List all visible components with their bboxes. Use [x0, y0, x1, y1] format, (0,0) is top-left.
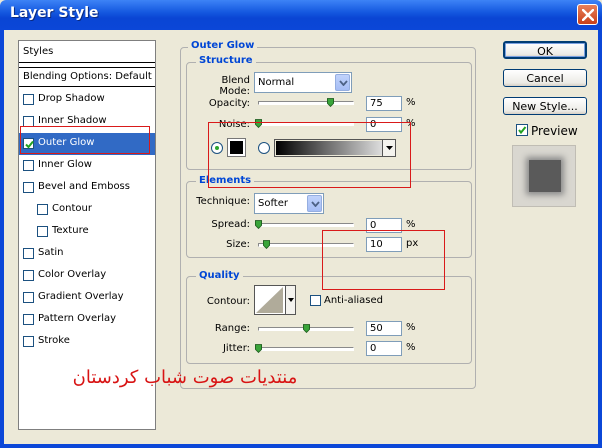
jitter-slider-thumb[interactable] — [255, 344, 262, 353]
style-item-bevel-and-emboss[interactable]: Bevel and Emboss — [19, 177, 155, 199]
opacity-slider[interactable] — [258, 101, 354, 105]
style-item-drop-shadow[interactable]: Drop Shadow — [19, 89, 155, 111]
preview-thumbnail — [512, 145, 576, 207]
style-item-satin[interactable]: Satin — [19, 243, 155, 265]
annotation-box-outer-glow — [20, 126, 150, 154]
style-item-label: Contour — [52, 203, 92, 214]
range-slider-thumb[interactable] — [303, 324, 310, 333]
watermark-text: منتديات صوت شباب كردستان — [72, 367, 298, 388]
opacity-label: Opacity: — [208, 98, 250, 109]
preview-checkbox[interactable] — [516, 124, 528, 136]
opacity-input[interactable]: 75 — [366, 96, 402, 111]
contour-preview-icon — [256, 287, 283, 313]
style-item-checkbox[interactable] — [37, 204, 48, 215]
preview-square — [529, 160, 561, 192]
style-item-label: Gradient Overlay — [38, 291, 124, 302]
style-item-label: Inner Shadow — [38, 115, 107, 126]
style-item-label: Drop Shadow — [38, 93, 105, 104]
window-border-left — [0, 30, 4, 448]
style-item-label: Satin — [38, 247, 64, 258]
style-item-color-overlay[interactable]: Color Overlay — [19, 265, 155, 287]
outer-glow-title: Outer Glow — [188, 40, 258, 51]
blend-mode-label: Blend Mode: — [219, 75, 250, 97]
annotation-box-size — [322, 230, 445, 290]
style-item-texture[interactable]: Texture — [19, 221, 155, 243]
style-item-label: Inner Glow — [38, 159, 92, 170]
contour-dropdown-button[interactable] — [285, 286, 295, 314]
spread-slider[interactable] — [258, 223, 354, 227]
spread-label: Spread: — [211, 219, 250, 230]
style-item-checkbox[interactable] — [37, 226, 48, 237]
opacity-slider-thumb[interactable] — [327, 98, 334, 107]
annotation-box-color — [208, 122, 411, 188]
style-item-label: Pattern Overlay — [38, 313, 117, 324]
checkmark-icon — [518, 126, 527, 135]
blend-mode-dropdown-button[interactable] — [335, 74, 350, 91]
ok-button[interactable]: OK — [503, 41, 587, 59]
style-item-label: Color Overlay — [38, 269, 107, 280]
chevron-down-icon — [311, 201, 320, 207]
technique-select[interactable]: Softer — [254, 193, 324, 214]
style-item-checkbox[interactable] — [23, 292, 34, 303]
caret-down-icon — [288, 298, 294, 302]
anti-aliased-checkbox[interactable] — [310, 295, 321, 306]
style-item-stroke[interactable]: Stroke — [19, 331, 155, 353]
quality-title: Quality — [196, 270, 243, 281]
technique-label: Technique: — [196, 196, 250, 207]
style-item-pattern-overlay[interactable]: Pattern Overlay — [19, 309, 155, 331]
style-item-contour[interactable]: Contour — [19, 199, 155, 221]
close-button[interactable] — [577, 4, 598, 25]
opacity-unit: % — [406, 97, 416, 108]
style-item-checkbox[interactable] — [23, 336, 34, 347]
contour-picker[interactable] — [254, 285, 296, 315]
range-input[interactable]: 50 — [366, 321, 402, 336]
size-slider-thumb[interactable] — [263, 240, 270, 249]
blend-mode-select[interactable]: Normal — [254, 72, 352, 93]
cancel-button[interactable]: Cancel — [503, 69, 587, 87]
blend-mode-value: Normal — [258, 77, 295, 88]
size-label: Size: — [226, 239, 250, 250]
style-item-label: Texture — [52, 225, 89, 236]
contour-label: Contour: — [206, 296, 250, 307]
preview-label: Preview — [531, 124, 578, 138]
chevron-down-icon — [339, 80, 348, 86]
range-label: Range: — [214, 323, 250, 334]
style-item-inner-glow[interactable]: Inner Glow — [19, 155, 155, 177]
styles-header[interactable]: Styles — [19, 41, 155, 63]
style-item-checkbox[interactable] — [23, 160, 34, 171]
structure-title: Structure — [196, 55, 256, 66]
style-item-checkbox[interactable] — [23, 270, 34, 281]
anti-aliased-label: Anti-aliased — [324, 295, 384, 306]
jitter-slider[interactable] — [258, 347, 354, 351]
style-item-checkbox[interactable] — [23, 314, 34, 325]
new-style-button[interactable]: New Style... — [503, 97, 587, 115]
close-icon — [582, 9, 594, 21]
style-item-checkbox[interactable] — [23, 248, 34, 259]
style-item-checkbox[interactable] — [23, 94, 34, 105]
spread-slider-thumb[interactable] — [255, 220, 262, 229]
style-item-label: Bevel and Emboss — [38, 181, 130, 192]
jitter-unit: % — [406, 342, 416, 353]
spread-unit: % — [406, 219, 416, 230]
technique-value: Softer — [258, 198, 288, 209]
window-border-bottom — [0, 444, 602, 448]
range-unit: % — [406, 322, 416, 333]
blending-options-item[interactable]: Blending Options: Default — [19, 67, 155, 87]
technique-dropdown-button[interactable] — [307, 195, 322, 212]
jitter-label: Jitter: — [222, 343, 250, 354]
style-item-gradient-overlay[interactable]: Gradient Overlay — [19, 287, 155, 309]
style-item-label: Stroke — [38, 335, 70, 346]
jitter-input[interactable]: 0 — [366, 341, 402, 356]
style-item-checkbox[interactable] — [23, 182, 34, 193]
window-border-right — [598, 30, 602, 448]
window-title: Layer Style — [10, 5, 99, 21]
